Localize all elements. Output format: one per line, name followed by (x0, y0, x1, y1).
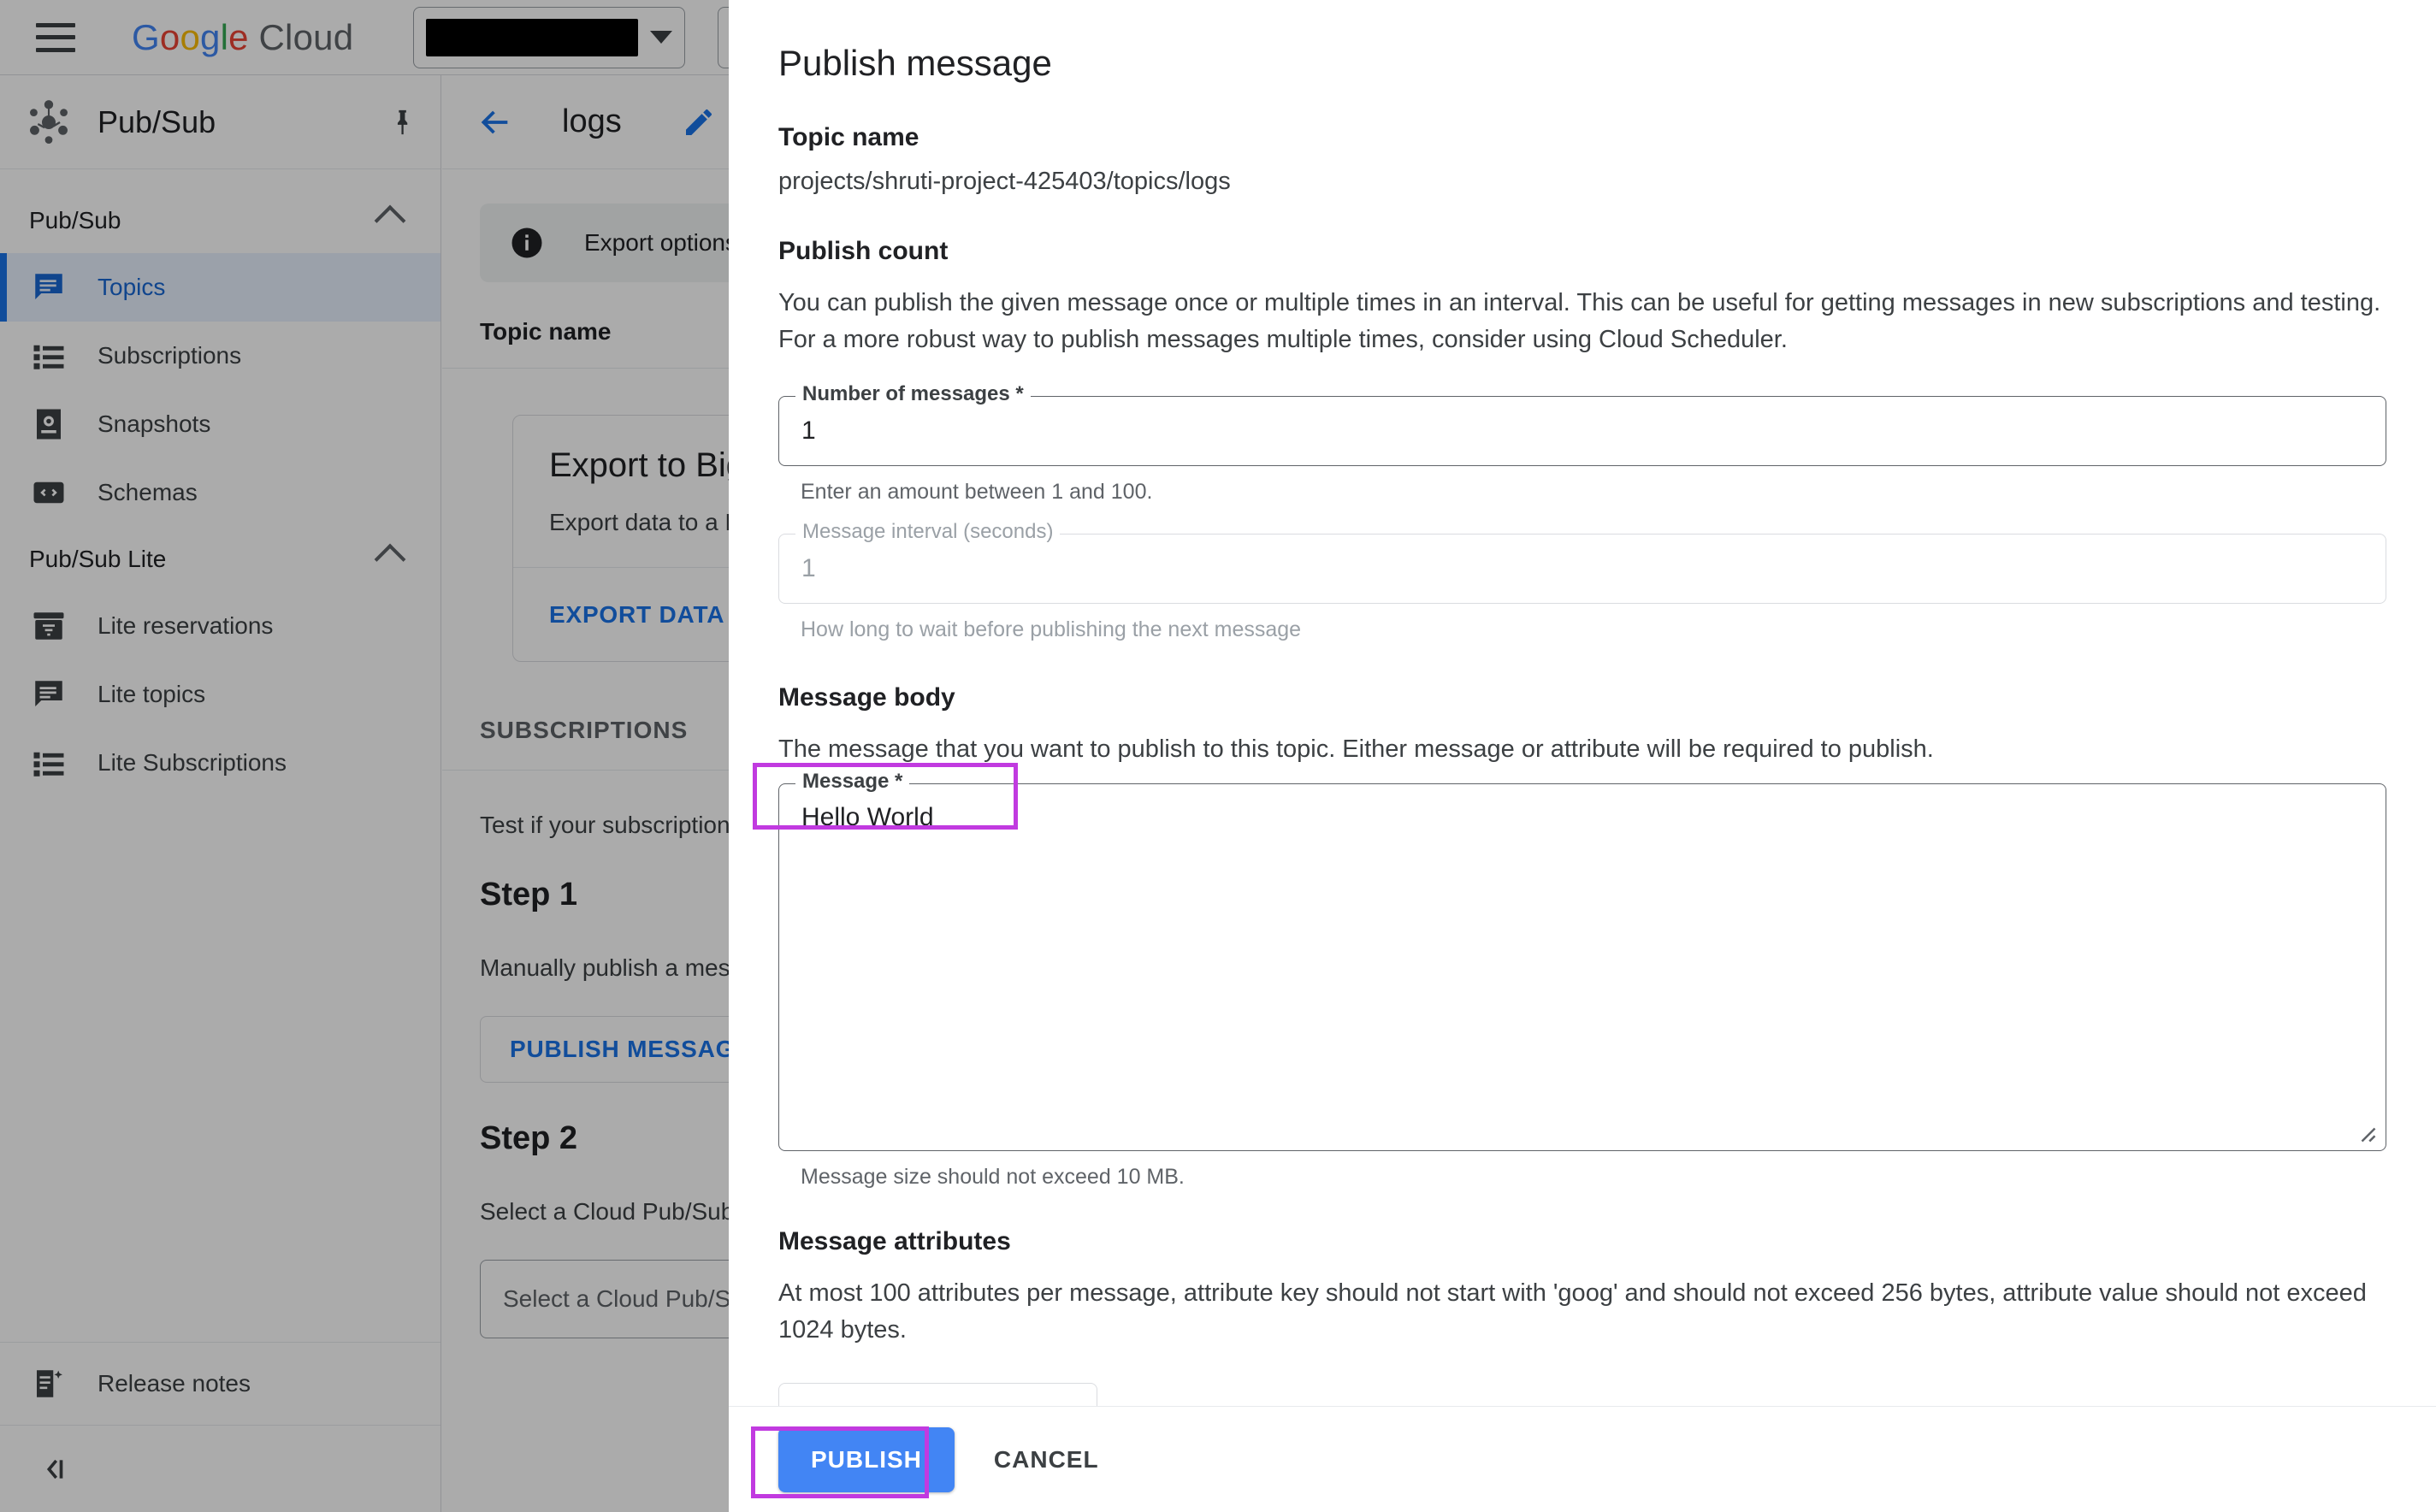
field-value[interactable]: 1 (778, 534, 2386, 604)
message-interval-helper: How long to wait before publishing the n… (801, 617, 2386, 642)
cancel-button[interactable]: CANCEL (994, 1446, 1099, 1474)
field-label: Number of messages * (795, 382, 1031, 406)
dialog-footer: PUBLISH CANCEL (729, 1406, 2436, 1512)
field-value[interactable]: 1 (778, 396, 2386, 466)
topic-name-heading: Topic name (778, 123, 2386, 152)
topic-name-value: projects/shruti-project-425403/topics/lo… (778, 168, 2386, 196)
screen: Google Cloud Pu (0, 0, 2436, 1512)
message-textarea-wrapper: Message * Hello World (778, 783, 2386, 1151)
message-body-heading: Message body (778, 683, 2386, 712)
message-textarea[interactable]: Hello World (778, 783, 2386, 1151)
publish-count-heading: Publish count (778, 237, 2386, 266)
message-body-description: The message that you want to publish to … (778, 731, 2386, 768)
field-label: Message interval (seconds) (795, 520, 1060, 544)
dialog-title: Publish message (778, 43, 2386, 84)
number-of-messages-field[interactable]: Number of messages * 1 (778, 396, 2386, 466)
message-field-label: Message * (795, 770, 909, 794)
publish-message-dialog: Publish message Topic name projects/shru… (729, 0, 2436, 1512)
message-size-helper: Message size should not exceed 10 MB. (801, 1165, 2386, 1190)
dialog-body: Publish message Topic name projects/shru… (729, 0, 2436, 1406)
publish-count-description: You can publish the given message once o… (778, 285, 2386, 358)
number-of-messages-helper: Enter an amount between 1 and 100. (801, 480, 2386, 505)
message-attributes-heading: Message attributes (778, 1227, 2386, 1256)
message-interval-field[interactable]: Message interval (seconds) 1 (778, 534, 2386, 604)
message-attributes-description: At most 100 attributes per message, attr… (778, 1275, 2386, 1349)
resize-handle-icon[interactable] (2351, 1118, 2377, 1143)
plus-icon: + (805, 1397, 824, 1406)
add-attribute-button[interactable]: + ADD AN ATTRIBUTE (778, 1383, 1097, 1406)
message-field-value: Hello World (801, 803, 934, 831)
publish-button[interactable]: PUBLISH (778, 1427, 955, 1492)
